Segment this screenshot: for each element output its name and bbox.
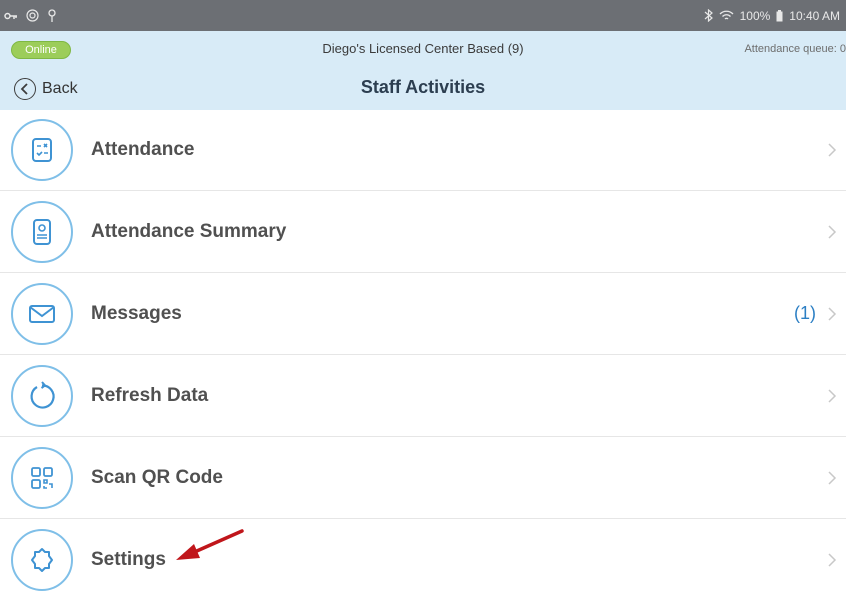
battery-percent: 100%	[739, 8, 771, 23]
attendance-queue-status: Attendance queue: 0	[744, 43, 846, 55]
staff-activities-menu: Attendance Attendance Summary Messages (…	[0, 110, 846, 597]
menu-item-attendance[interactable]: Attendance	[0, 110, 846, 191]
menu-item-label: Messages	[91, 302, 182, 324]
menu-item-label: Attendance Summary	[91, 220, 287, 242]
envelope-icon	[11, 282, 73, 345]
qr-code-icon	[11, 446, 73, 509]
page-title: Staff Activities	[360, 77, 486, 97]
gear-icon	[11, 528, 73, 591]
unread-messages-badge: (1)	[794, 303, 816, 323]
menu-item-settings[interactable]: Settings	[0, 519, 846, 597]
menu-item-messages[interactable]: Messages (1)	[0, 273, 846, 355]
status-bar-left	[4, 9, 57, 22]
battery-icon	[776, 9, 783, 22]
menu-item-label: Scan QR Code	[91, 466, 223, 488]
chevron-right-icon	[828, 224, 837, 239]
chevron-right-icon	[828, 552, 837, 567]
target-icon	[26, 9, 39, 22]
status-bar-right: 100% 10:40 AM	[704, 9, 840, 23]
bluetooth-icon	[704, 9, 713, 22]
menu-item-label: Refresh Data	[91, 384, 209, 406]
attendance-summary-icon	[11, 200, 73, 263]
location-icon	[47, 9, 57, 22]
center-name: Diego's Licensed Center Based (9)	[322, 41, 524, 56]
clock: 10:40 AM	[789, 8, 840, 23]
menu-item-refresh-data[interactable]: Refresh Data	[0, 355, 846, 437]
chevron-right-icon	[828, 470, 837, 485]
app-header: Online Diego's Licensed Center Based (9)…	[0, 31, 846, 110]
key-icon	[4, 11, 18, 21]
status-bar: 100% 10:40 AM	[0, 0, 846, 31]
chevron-right-icon	[828, 143, 837, 157]
menu-item-label: Attendance	[91, 139, 195, 160]
menu-item-label: Settings	[91, 548, 166, 570]
chevron-right-icon	[828, 306, 837, 321]
chevron-right-icon	[828, 388, 837, 403]
attendance-icon	[11, 119, 73, 181]
refresh-icon	[11, 364, 73, 427]
menu-item-attendance-summary[interactable]: Attendance Summary	[0, 191, 846, 273]
wifi-icon	[719, 10, 734, 22]
menu-item-scan-qr-code[interactable]: Scan QR Code	[0, 437, 846, 519]
